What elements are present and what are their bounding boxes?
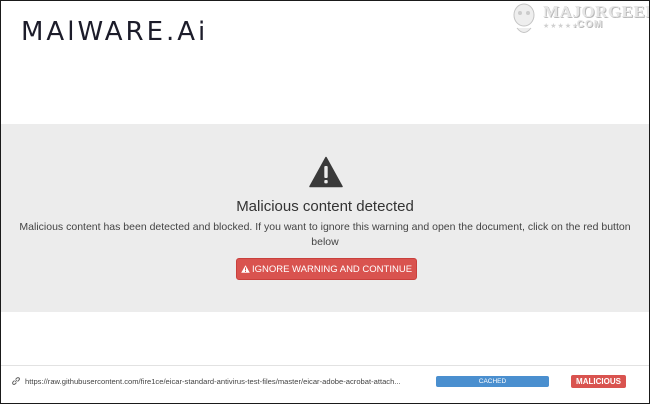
malware-ai-logo[interactable]: MAlWARE.Ai <box>21 17 208 47</box>
cached-badge: CACHED <box>436 376 549 387</box>
malicious-warning-panel: Malicious content detected Malicious con… <box>1 124 649 312</box>
malicious-status-badge: MALICIOUS <box>571 375 626 388</box>
warning-triangle-icon <box>241 265 250 273</box>
browser-viewport: MAlWARE.Ai MAJORGEEKS ★★★★★ .COM Malicio… <box>0 0 650 404</box>
ignore-warning-button[interactable]: IGNORE WARNING AND CONTINUE <box>236 258 417 280</box>
scan-result-row: https://raw.githubusercontent.com/fire1c… <box>1 365 649 396</box>
majorgeeks-watermark: MAJORGEEKS ★★★★★ .COM <box>507 1 649 39</box>
watermark-mascot-icon <box>513 3 535 33</box>
warning-triangle-icon <box>309 156 343 188</box>
warning-title: Malicious content detected <box>236 198 414 215</box>
warning-message: Malicious content has been detected and … <box>19 221 631 248</box>
watermark-suffix: .COM <box>573 19 604 30</box>
ignore-warning-button-label: IGNORE WARNING AND CONTINUE <box>251 264 413 275</box>
scanned-url-link[interactable]: https://raw.githubusercontent.com/fire1c… <box>25 376 429 387</box>
link-icon <box>12 377 20 385</box>
